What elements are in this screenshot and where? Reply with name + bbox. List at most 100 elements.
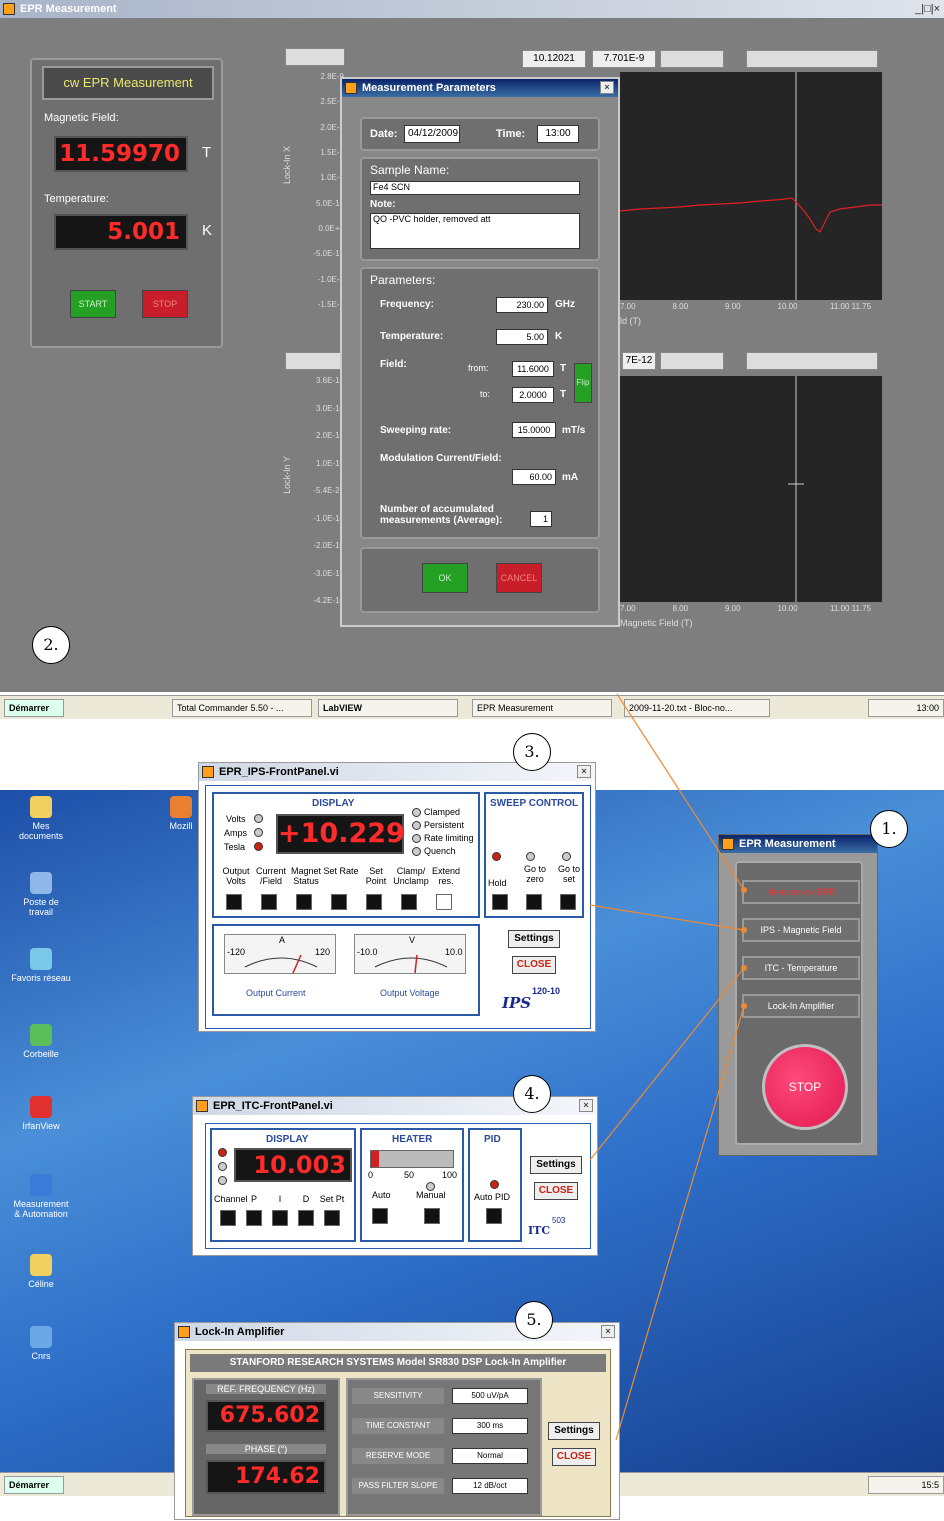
auto-pid-button[interactable] [486,1208,502,1224]
current-meter: -120 120 A [224,934,336,974]
start-button-bottom[interactable]: Démarrer [4,1476,64,1494]
graph-top-ylabel: Lock-In X [282,145,293,185]
go-to-set-button[interactable] [560,894,576,910]
desktop-icon-item[interactable]: IrfanView [10,1096,72,1131]
ips-settings-button[interactable]: Settings [508,930,560,948]
lockin-close-icon[interactable]: × [601,1325,615,1338]
itc-control-button[interactable] [298,1210,314,1226]
taskbar-clock-bottom: 15:5 [868,1476,944,1494]
ips-control-button[interactable] [366,894,382,910]
lock-in-amplifier-button[interactable]: Lock-In Amplifier [742,994,860,1018]
ips-window: EPR_IPS-FrontPanel.vi × DISPLAY Volts Am… [198,733,596,1032]
ips-frame: DISPLAY Volts Amps Tesla +10.229 Clamped… [205,785,591,1029]
sweeping-rate-label: Sweeping rate: [380,425,452,436]
graph-top-toolbar[interactable] [285,48,345,66]
axis-tick: -5.0E-10 [313,249,344,259]
ips-magnetic-field-button[interactable]: IPS - Magnetic Field [742,918,860,942]
field-to-field[interactable]: 2.0000 [512,387,554,403]
itc-control-button[interactable] [246,1210,262,1226]
ips-control-button[interactable] [436,894,452,910]
lockin-settings-button[interactable]: Settings [548,1422,600,1440]
cancel-button[interactable]: CANCEL [496,563,542,593]
itc-control-button[interactable] [220,1210,236,1226]
graph-bottom-toolbar[interactable] [285,352,345,370]
date-field[interactable]: 04/12/2009 [404,125,460,143]
tesla-led [254,842,263,851]
temperature-field[interactable]: 5.00 [496,329,548,345]
taskbar-item-epr[interactable]: EPR Measurement [472,699,612,717]
lockin-row-value[interactable]: 12 dB/oct [452,1478,528,1494]
field-from-field[interactable]: 11.6000 [512,361,554,377]
start-button[interactable]: START [70,290,116,318]
ips-control-button[interactable] [296,894,312,910]
time-field[interactable]: 13:00 [537,125,579,143]
graph-top-cursor-tools[interactable] [660,50,724,68]
graph-bottom-plot[interactable] [620,376,882,602]
graph-top-plot[interactable] [619,72,882,300]
go-to-zero-button[interactable] [526,894,542,910]
ok-button[interactable]: OK [422,563,468,593]
ips-unit-amps: Amps [224,828,248,838]
taskbar-item-notepad[interactable]: 2009-11-20.txt - Bloc-no... [624,699,770,717]
lockin-row-value[interactable]: 300 ms [452,1418,528,1434]
itc-close-button[interactable]: CLOSE [534,1182,578,1200]
sweeping-rate-unit: mT/s [562,425,586,436]
measure-cw-epr-button[interactable]: Measure cw EPR [742,880,860,904]
launcher-stop-button[interactable]: STOP [762,1044,848,1130]
taskbar-item-labview[interactable]: LabVIEW [318,699,458,717]
hold-button[interactable] [492,894,508,910]
desktop-icon-item[interactable]: Favoris réseau [10,948,72,983]
itc-close-icon[interactable]: × [579,1099,593,1112]
ips-control-button[interactable] [331,894,347,910]
start-button-top[interactable]: Démarrer [4,699,64,717]
axis-tick: 9.00 [725,604,741,613]
lockin-close-button[interactable]: CLOSE [552,1448,596,1466]
ref-frequency-display: 675.602 [206,1400,326,1432]
sweeping-rate-field[interactable]: 15.0000 [512,422,556,438]
ips-close-icon[interactable]: × [577,765,591,778]
parameters-label: Parameters: [370,273,436,287]
ips-close-button[interactable]: CLOSE [512,956,556,974]
taskbar-item-total-commander[interactable]: Total Commander 5.50 - ... [172,699,312,717]
graph-top-scale-tools[interactable] [746,50,878,68]
auto-button[interactable] [372,1208,388,1224]
lockin-row-value[interactable]: 500 uV/pA [452,1388,528,1404]
desktop-icon-item[interactable]: Corbeille [10,1024,72,1059]
desktop-icon-item[interactable]: Cnrs [10,1326,72,1361]
desktop-icon [30,948,52,970]
itc-control-button[interactable] [324,1210,340,1226]
dialog-close-icon[interactable]: × [600,81,614,94]
ips-control-button[interactable] [226,894,242,910]
window-controls[interactable]: _|□|× [915,0,940,18]
note-field[interactable]: QO -PVC holder, removed att [370,213,580,249]
heater-tick-0: 0 [368,1170,374,1180]
frequency-field[interactable]: 230.00 [496,297,548,313]
graph-bottom-cursor-tools[interactable] [660,352,724,370]
lockin-row-label: RESERVE MODE [352,1448,444,1464]
itc-control-button[interactable] [272,1210,288,1226]
lockin-window: Lock-In Amplifier × STANFORD RESEARCH SY… [174,1301,620,1520]
desktop-icon-item[interactable]: Poste de travail [10,872,72,917]
stop-button[interactable]: STOP [142,290,188,318]
sample-name-field[interactable]: Fe4 SCN [370,181,580,195]
lockin-row-value[interactable]: Normal [452,1448,528,1464]
ips-control-button[interactable] [261,894,277,910]
temperature-param-unit: K [555,331,563,342]
desktop-icon-item[interactable]: Measurement & Automation [10,1174,72,1219]
itc-frame: DISPLAY 10.003 Channel P I D Set Pt HEATER 0… [205,1123,591,1249]
modulation-field[interactable]: 60.00 [512,469,556,485]
sweep-zero-label: Go to zero [523,864,546,884]
average-field[interactable]: 1 [530,511,552,527]
desktop-icon-item[interactable]: Mes documents [10,796,72,841]
flip-button[interactable]: Flip [574,363,592,403]
graph-bottom-scale-tools[interactable] [746,352,878,370]
ips-display-label: DISPLAY [312,798,355,809]
manual-button[interactable] [424,1208,440,1224]
desktop-icon-item[interactable]: Céline [10,1254,72,1289]
itc-settings-button[interactable]: Settings [530,1156,582,1174]
itc-temperature-button[interactable]: ITC - Temperature [742,956,860,980]
axis-tick: 2.8E-9 [320,72,344,81]
lockin-titlebar: Lock-In Amplifier × [175,1323,619,1341]
ips-control-button[interactable] [401,894,417,910]
desktop-icon [30,1326,52,1348]
